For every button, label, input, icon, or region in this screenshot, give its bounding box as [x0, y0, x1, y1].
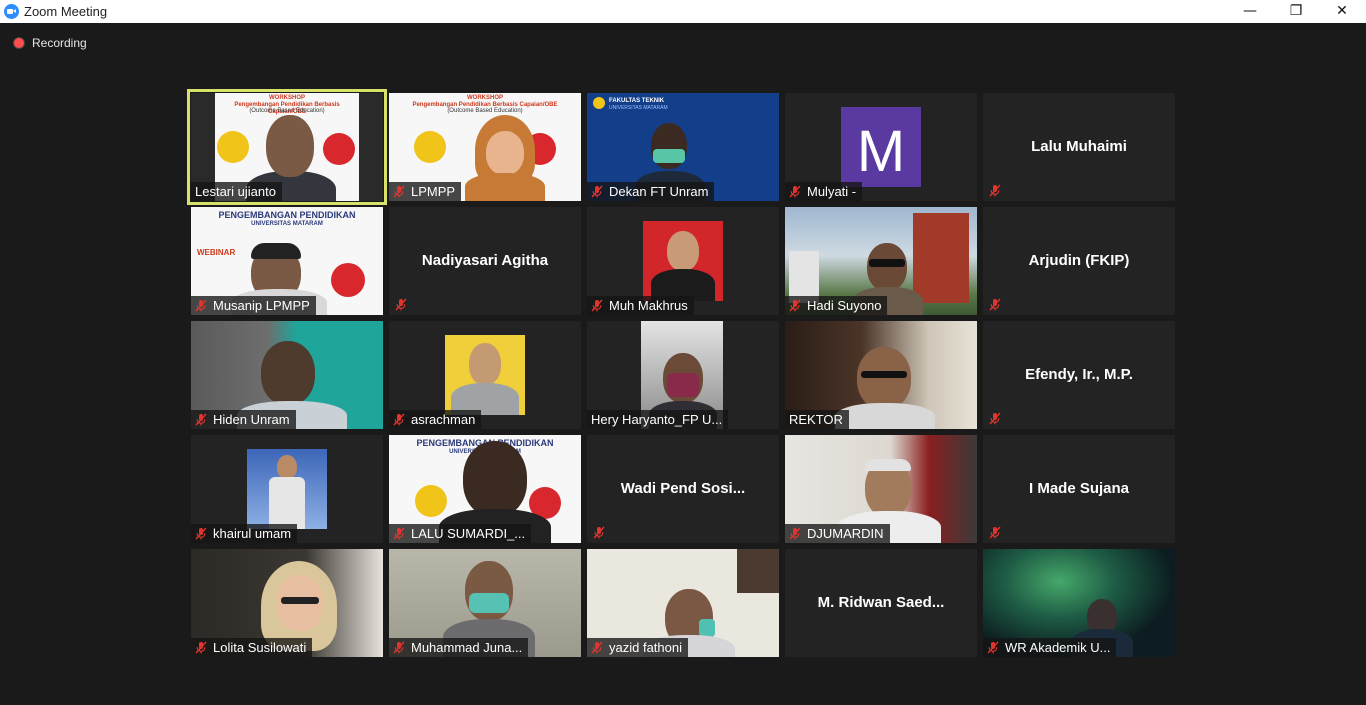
participant-tile[interactable]: Muh Makhrus — [587, 207, 779, 315]
participant-tile[interactable]: Lalu Muhaimi — [983, 93, 1175, 201]
window-titlebar: Zoom Meeting — ❐ ✕ — [0, 0, 1366, 23]
participant-name: Lestari ujianto — [191, 182, 282, 201]
participant-tile[interactable]: REKTOR — [785, 321, 977, 429]
participant-tile[interactable]: FAKULTAS TEKNIK UNIVERSITAS MATARAM Deka… — [587, 93, 779, 201]
participant-tile[interactable]: Hery Haryanto_FP U... — [587, 321, 779, 429]
mic-muted-icon — [195, 527, 207, 540]
participant-tile[interactable]: DJUMARDIN — [785, 435, 977, 543]
participant-name: Hadi Suyono — [785, 296, 888, 315]
mic-muted-icon — [789, 527, 801, 540]
participant-name-center: M. Ridwan Saed... — [817, 594, 945, 611]
mic-muted-icon — [591, 641, 603, 654]
participant-tile[interactable]: WORKSHOP Pengembangan Pendidikan Berbasi… — [389, 93, 581, 201]
participant-name: LALU SUMARDI_... — [389, 524, 532, 543]
participant-tile[interactable]: M Mulyati - — [785, 93, 977, 201]
recording-dot-icon — [14, 38, 24, 48]
participant-name: Lolita Susilowati — [191, 638, 313, 657]
participant-name-center: Efendy, Ir., M.P. — [1025, 366, 1133, 383]
logo-text: FAKULTAS TEKNIK — [609, 98, 665, 104]
participant-tile[interactable]: M. Ridwan Saed... — [785, 549, 977, 657]
participant-tile[interactable]: Muhammad Juna... — [389, 549, 581, 657]
participant-name: WR Akademik U... — [983, 638, 1117, 657]
participant-name: DJUMARDIN — [785, 524, 890, 543]
recording-label: Recording — [32, 36, 87, 50]
logo-subtext: UNIVERSITAS MATARAM — [609, 105, 668, 111]
close-icon[interactable]: ✕ — [1319, 0, 1365, 23]
mic-muted-icon — [989, 526, 1001, 539]
zoom-app-icon — [4, 4, 19, 19]
mic-muted-icon — [591, 185, 603, 198]
minimize-icon[interactable]: — — [1227, 0, 1273, 23]
mic-muted-icon — [789, 185, 801, 198]
participant-name: Hery Haryanto_FP U... — [587, 410, 729, 429]
participant-tile[interactable]: Hiden Unram — [191, 321, 383, 429]
participant-tile[interactable]: I Made Sujana — [983, 435, 1175, 543]
mic-muted-icon — [393, 641, 405, 654]
mic-muted-icon — [789, 299, 801, 312]
participant-name: yazid fathoni — [587, 638, 688, 657]
participant-name: REKTOR — [785, 410, 849, 429]
participant-tile[interactable]: PENGEMBANGAN PENDIDIKAN UNIVERSITAS MATA… — [191, 207, 383, 315]
mic-muted-icon — [195, 641, 207, 654]
participant-tile[interactable]: Wadi Pend Sosi... — [587, 435, 779, 543]
participant-tile[interactable]: WR Akademik U... — [983, 549, 1175, 657]
participant-tile[interactable]: WORKSHOP Pengembangan Pendidikan Berbasi… — [187, 89, 387, 205]
participant-name: LPMPP — [389, 182, 462, 201]
participant-tile[interactable]: PENGEMBANGAN PENDIDIKAN UNIVERSITAS MATA… — [389, 435, 581, 543]
mic-muted-icon — [393, 527, 405, 540]
mic-muted-icon — [989, 184, 1001, 197]
participant-name-center: Lalu Muhaimi — [1031, 138, 1127, 155]
participant-name: Dekan FT Unram — [587, 182, 715, 201]
participant-name-center: Wadi Pend Sosi... — [620, 480, 746, 497]
participant-name: khairul umam — [191, 524, 298, 543]
participant-name: Mulyati - — [785, 182, 863, 201]
restore-icon[interactable]: ❐ — [1273, 0, 1319, 23]
participant-name: Muhammad Juna... — [389, 638, 529, 657]
mic-muted-icon — [987, 641, 999, 654]
participant-name-center: Nadiyasari Agitha — [421, 252, 549, 269]
mic-muted-icon — [393, 185, 405, 198]
mic-muted-icon — [393, 413, 405, 426]
participant-name: Hiden Unram — [191, 410, 296, 429]
mic-muted-icon — [989, 298, 1001, 311]
gallery-view-grid: WORKSHOP Pengembangan Pendidikan Berbasi… — [187, 89, 1175, 657]
window-title: Zoom Meeting — [24, 4, 108, 19]
participant-name: asrachman — [389, 410, 482, 429]
participant-tile[interactable]: asrachman — [389, 321, 581, 429]
mic-muted-icon — [989, 412, 1001, 425]
mic-muted-icon — [195, 413, 207, 426]
participant-tile[interactable]: Arjudin (FKIP) — [983, 207, 1175, 315]
mic-muted-icon — [395, 298, 407, 311]
mic-muted-icon — [591, 299, 603, 312]
mic-muted-icon — [195, 299, 207, 312]
participant-tile[interactable]: yazid fathoni — [587, 549, 779, 657]
participant-tile[interactable]: Efendy, Ir., M.P. — [983, 321, 1175, 429]
participant-tile[interactable]: Nadiyasari Agitha — [389, 207, 581, 315]
mic-muted-icon — [593, 526, 605, 539]
participant-name: Musanip LPMPP — [191, 296, 316, 315]
participant-tile[interactable]: khairul umam — [191, 435, 383, 543]
participant-tile[interactable]: Hadi Suyono — [785, 207, 977, 315]
university-logo-icon — [593, 97, 605, 109]
participant-name: Muh Makhrus — [587, 296, 694, 315]
participant-tile[interactable]: Lolita Susilowati — [191, 549, 383, 657]
participant-name-center: I Made Sujana — [1028, 480, 1130, 497]
participant-name-center: Arjudin (FKIP) — [1028, 252, 1130, 269]
avatar: M — [841, 107, 921, 187]
